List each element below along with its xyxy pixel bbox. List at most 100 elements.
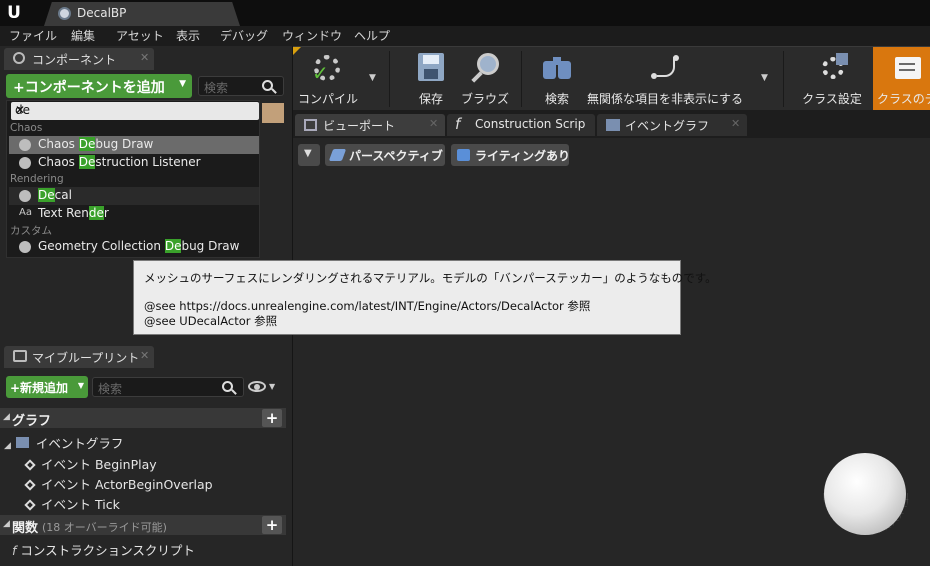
save-button[interactable]: 保存 [403,47,459,111]
viewport[interactable]: ▼ パースペクティブ ライティングあり [293,138,930,566]
component-search-input[interactable]: 検索 [198,76,284,96]
list-item[interactable]: Geometry Collection Debug Draw [9,238,259,256]
separator [783,51,784,107]
tooltip-description: メッシュのサーフェスにレンダリングされるマテリアル。モデルの「バンパーステッカー… [144,271,717,285]
menu-bar: ファイル 編集 アセット 表示 デバッグ ウィンドウ ヘルプ [0,26,930,46]
add-new-button[interactable]: +新規追加 ▼ [6,376,88,398]
collapse-icon: ◢ [4,441,11,451]
class-defaults-button[interactable]: クラスのデ [873,47,930,111]
functions-section-header[interactable]: ◢ 関数 (18 オーバーライド可能) [0,515,286,536]
class-settings-button[interactable]: クラス設定 [799,47,865,111]
menu-window[interactable]: ウィンドウ [282,27,342,44]
graphs-header-label: グラフ [12,414,52,429]
graphs-section-header[interactable]: ◢ グラフ [0,408,286,429]
save-icon [413,53,449,85]
add-component-button[interactable]: +コンポーネントを追加 ▼ [6,74,192,98]
class-settings-icon [814,53,850,85]
chevron-down-icon: ▼ [179,79,186,89]
class-settings-label: クラス設定 [802,92,862,106]
add-graph-button[interactable]: + [262,409,282,427]
chevron-down-icon[interactable]: ▼ [369,73,376,83]
menu-help[interactable]: ヘルプ [354,27,390,44]
event-graph-label: イベントグラフ [35,436,124,451]
category-label: Chaos [10,122,43,134]
list-item[interactable]: Chaos Debug Draw [9,136,259,154]
menu-asset[interactable]: アセット [116,27,164,44]
functions-header-label: 関数 [12,521,39,536]
tab-construction-label: Construction Scrip [475,117,586,131]
compile-button[interactable]: ✓ コンパイル [293,47,363,111]
lit-cube-icon [457,149,470,161]
list-item[interactable]: Decal [9,187,259,205]
tooltip-see-class: @see UDecalActor 参照 [144,314,278,328]
menu-debug[interactable]: デバッグ [220,27,268,44]
save-label: 保存 [418,92,443,106]
my-blueprint-tab[interactable]: マイブループリント ✕ [4,346,154,368]
item-label: Chaos Destruction Listener [38,155,201,169]
event-item[interactable]: イベント Tick [24,494,120,513]
component-filter-input[interactable]: de ✕ [11,102,259,120]
components-icon [13,52,25,64]
class-defaults-icon [891,53,927,85]
tab-event-graph[interactable]: イベントグラフ ✕ [597,114,747,136]
close-icon[interactable]: ✕ [429,117,438,130]
event-item[interactable]: イベント ActorBeginOverlap [24,474,213,493]
item-label: Text Render [38,206,109,220]
clear-icon[interactable]: ✕ [15,103,255,117]
close-icon[interactable]: ✕ [140,349,149,362]
chevron-down-icon: ▼ [77,381,84,390]
event-item[interactable]: イベント BeginPlay [24,454,157,473]
menu-edit[interactable]: 編集 [71,27,95,44]
components-tab-label: コンポーネント [32,53,117,67]
components-tab[interactable]: コンポーネント ✕ [4,48,154,70]
perspective-button[interactable]: パースペクティブ [325,144,445,166]
search-placeholder: 検索 [98,382,123,396]
function-icon: f [12,543,17,558]
viewport-icon [304,119,317,131]
blueprint-search-input[interactable]: 検索 [92,377,244,397]
book-icon [13,350,27,362]
list-item[interactable]: Chaos Destruction Listener [9,154,259,172]
item-label: Geometry Collection Debug Draw [38,239,240,253]
list-item[interactable]: Aa Text Render [9,205,259,223]
chevron-down-icon[interactable]: ▼ [761,73,768,83]
add-function-button[interactable]: + [262,516,282,534]
browse-button[interactable]: ブラウズ [457,47,513,111]
lighting-button[interactable]: ライティングあり [451,144,570,166]
close-icon[interactable]: ✕ [731,117,740,130]
browse-icon [467,53,503,85]
construction-script-item[interactable]: f コンストラクションスクリプト [12,540,195,559]
graph-icon [15,437,29,448]
event-graph-item[interactable]: ◢ イベントグラフ [4,433,123,452]
document-tab[interactable]: DecalBP [44,2,240,26]
close-icon[interactable]: ✕ [140,51,149,64]
text-render-icon: Aa [19,207,32,218]
preview-sphere [824,453,906,535]
hide-unrelated-icon [647,53,683,85]
component-icon [19,190,31,202]
add-new-label: +新規追加 [10,381,69,395]
event-label: イベント ActorBeginOverlap [41,477,213,492]
search-placeholder: 検索 [204,81,229,95]
tab-construction-script[interactable]: f Construction Scrip [447,114,595,136]
event-label: イベント BeginPlay [41,457,157,472]
add-component-label: +コンポーネントを追加 [13,80,165,96]
tab-viewport[interactable]: ビューポート ✕ [295,114,445,136]
category-label: カスタム [10,225,52,237]
unreal-logo-icon[interactable]: U [0,0,28,26]
search-label: 検索 [544,92,569,106]
hide-unrelated-button[interactable]: 無関係な項目を非表示にする [585,47,745,111]
compile-label: コンパイル [297,92,358,106]
menu-view[interactable]: 表示 [176,27,200,44]
chevron-down-icon: ▼ [304,148,312,159]
function-icon: f [455,115,461,133]
component-dropdown: de ✕ Chaos Chaos Debug Draw Chaos Destru… [6,100,260,258]
search-button[interactable]: 検索 [529,47,585,111]
eye-icon[interactable]: ▼ [248,380,278,394]
viewport-options-button[interactable]: ▼ [298,144,320,166]
menu-file[interactable]: ファイル [9,27,57,44]
compile-icon: ✓ [310,53,346,85]
item-label: Decal [38,188,72,202]
details-strip [262,103,284,123]
toolbar: ✓ コンパイル ▼ 保存 ブラウズ 検索 無関係な項目を非表示にする ▼ クラス… [293,46,930,111]
